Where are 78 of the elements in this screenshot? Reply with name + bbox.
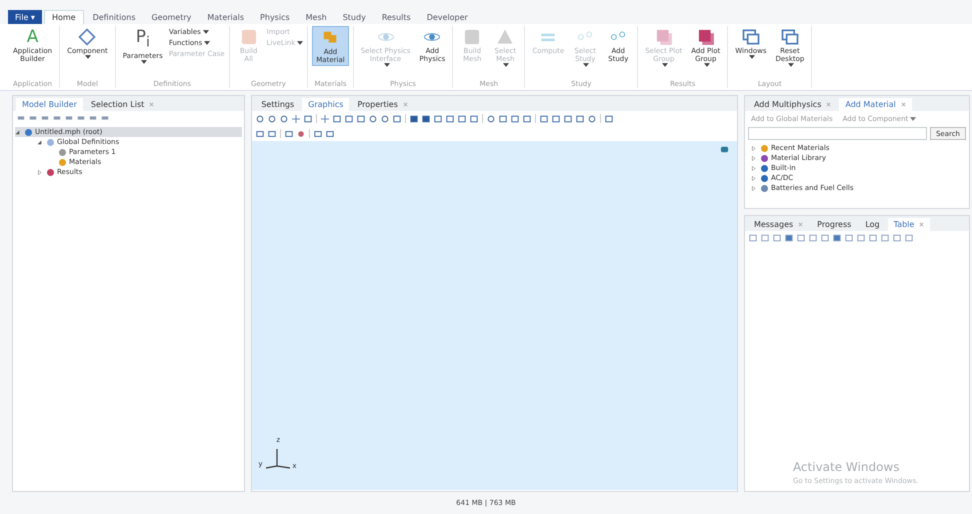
panel-tab[interactable]: Messages [748,218,810,231]
square-icon[interactable] [345,114,354,122]
node-icon [47,138,54,146]
activation-notice-title: Activate Windows [792,460,900,474]
square-icon[interactable] [357,114,366,122]
square-icon[interactable] [523,114,532,122]
square-icon[interactable] [458,114,466,122]
square-icon[interactable] [422,114,430,122]
square-icon[interactable] [552,114,560,122]
caret-icon [204,41,210,45]
caret-icon [202,30,209,34]
ribbon-tab[interactable]: Mesh [298,10,334,24]
close-icon[interactable] [919,222,924,227]
panel-tab[interactable]: Table [888,218,930,231]
ribbon-tab[interactable]: Results [374,10,418,24]
node-icon [59,148,66,156]
crosshair-icon[interactable] [292,114,300,122]
windows-icon [780,27,800,47]
caret-icon [748,55,755,59]
caret-icon [297,41,304,45]
square-icon[interactable] [285,130,294,138]
ribbon-tab[interactable]: Home [44,10,84,24]
square-icon[interactable] [540,114,548,122]
square-icon[interactable] [605,114,614,122]
caret-icon [140,60,147,64]
windows-icon [740,27,761,47]
ribbon-tab[interactable]: Developer [420,10,475,24]
node-icon [25,128,32,136]
square-icon[interactable] [499,114,508,122]
square-icon[interactable] [393,114,402,122]
ribbon-tab[interactable]: Study [336,10,373,24]
square-icon[interactable] [314,130,322,138]
square-icon[interactable] [268,130,276,138]
node-icon [59,158,66,166]
circle-icon[interactable] [487,114,496,122]
circle-icon[interactable] [381,114,390,122]
caret-icon [662,63,668,67]
square-icon[interactable] [333,114,342,122]
triangle-icon[interactable] [15,130,20,134]
panel-tab[interactable]: Graphics [302,98,350,111]
search-field[interactable] [748,127,927,140]
square-icon[interactable] [446,114,454,122]
square-icon[interactable] [564,114,572,122]
circle-icon[interactable] [297,130,306,138]
square-icon[interactable] [410,114,418,122]
triangle-icon[interactable] [37,140,42,144]
ribbon-tab[interactable]: Physics [253,10,297,24]
caret-icon [788,63,794,67]
panel-tab[interactable]: Log [859,218,886,231]
square-icon[interactable] [326,130,334,138]
caret-icon [503,63,510,67]
square-icon[interactable] [511,114,520,122]
ribbon-tab[interactable]: Geometry [144,10,198,24]
ribbon-tab[interactable]: Definitions [86,10,142,24]
square-icon[interactable] [256,130,264,138]
circle-icon[interactable] [588,114,596,122]
close-icon[interactable] [900,102,906,107]
panel-tab[interactable]: Properties [351,98,414,111]
panel-tab[interactable]: Add Multiphysics [748,98,838,111]
circle-icon[interactable] [369,114,378,122]
node-icon [47,168,54,176]
caret-icon [384,63,390,67]
panel-tab[interactable]: Add Material [839,98,912,111]
file-menu-button[interactable]: File ▾ [8,10,42,24]
panel-tab[interactable]: Selection List [84,98,160,111]
square-icon[interactable] [470,114,478,122]
caret-icon [910,117,916,121]
panel-tab[interactable]: Progress [811,218,858,231]
caret-icon [704,63,710,67]
triangle-icon[interactable] [37,170,42,174]
square-icon[interactable] [576,114,584,122]
square-icon[interactable] [434,114,442,122]
ribbon-tab[interactable]: Materials [200,10,252,24]
caret-icon [85,55,92,59]
panel-tab[interactable]: Settings [255,98,300,111]
diamond-icon [77,27,98,47]
caret-icon [583,63,590,67]
panel-tab[interactable]: Model Builder [16,98,83,111]
